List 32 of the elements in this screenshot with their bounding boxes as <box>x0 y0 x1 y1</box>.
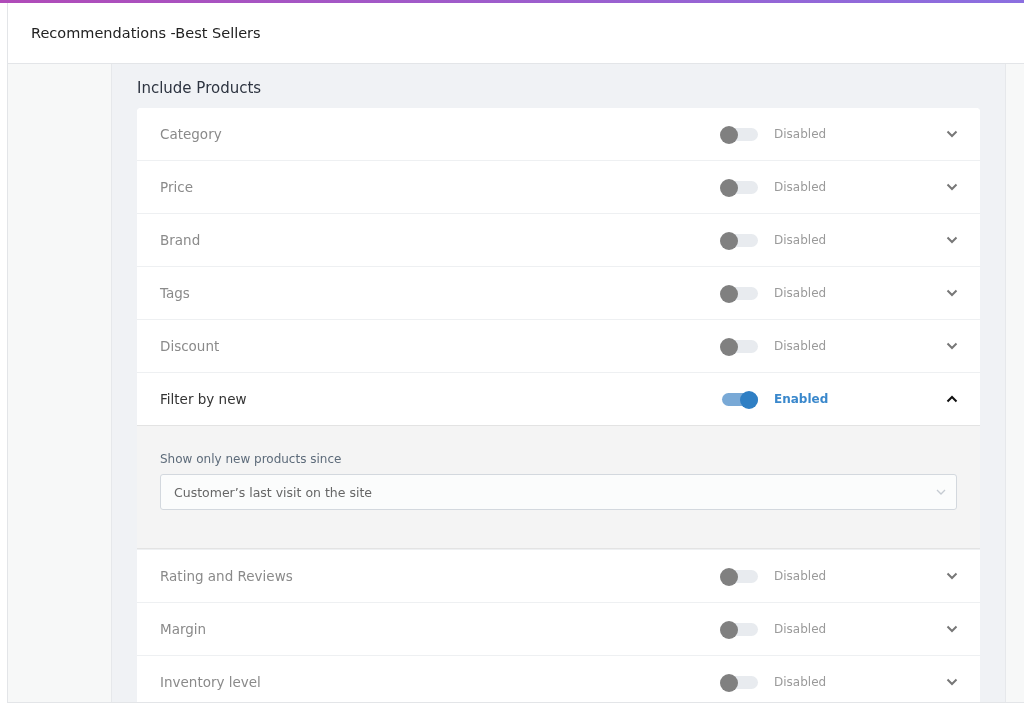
status-text: Disabled <box>774 180 828 194</box>
filter-label[interactable]: Rating and Reviews <box>160 568 720 584</box>
toggle-switch[interactable] <box>720 126 758 142</box>
toggle-switch[interactable] <box>720 391 758 407</box>
toggle-switch[interactable] <box>720 674 758 690</box>
filter-label[interactable]: Category <box>160 126 720 142</box>
toggle-switch[interactable] <box>720 568 758 584</box>
status-text: Disabled <box>774 233 828 247</box>
status-text: Disabled <box>774 569 828 583</box>
chevron-icon[interactable] <box>946 395 958 403</box>
filter-label[interactable]: Filter by new <box>160 391 720 407</box>
filter-label[interactable]: Brand <box>160 232 720 248</box>
status-text: Disabled <box>774 127 828 141</box>
dropdown-field[interactable]: Customer’s last visit on the site <box>160 474 957 510</box>
filter-label[interactable]: Inventory level <box>160 674 720 690</box>
toggle-switch[interactable] <box>720 621 758 637</box>
field-label: Show only new products since <box>160 452 343 466</box>
status-text: Disabled <box>774 622 828 636</box>
toggle-switch[interactable] <box>720 179 758 195</box>
status-text: Disabled <box>774 675 828 689</box>
filter-label[interactable]: Tags <box>160 285 720 301</box>
status-text: Disabled <box>774 286 828 300</box>
toggle-switch[interactable] <box>720 285 758 301</box>
filter-label[interactable]: Discount <box>160 338 720 354</box>
section-title: Include Products <box>137 78 263 99</box>
toggle-switch[interactable] <box>720 232 758 248</box>
caret-icon <box>936 489 946 495</box>
filter-label[interactable]: Price <box>160 179 720 195</box>
toggle-switch[interactable] <box>720 338 758 354</box>
status-text: Disabled <box>774 339 828 353</box>
filter-label[interactable]: Margin <box>160 621 720 637</box>
status-text: Enabled <box>774 392 830 406</box>
